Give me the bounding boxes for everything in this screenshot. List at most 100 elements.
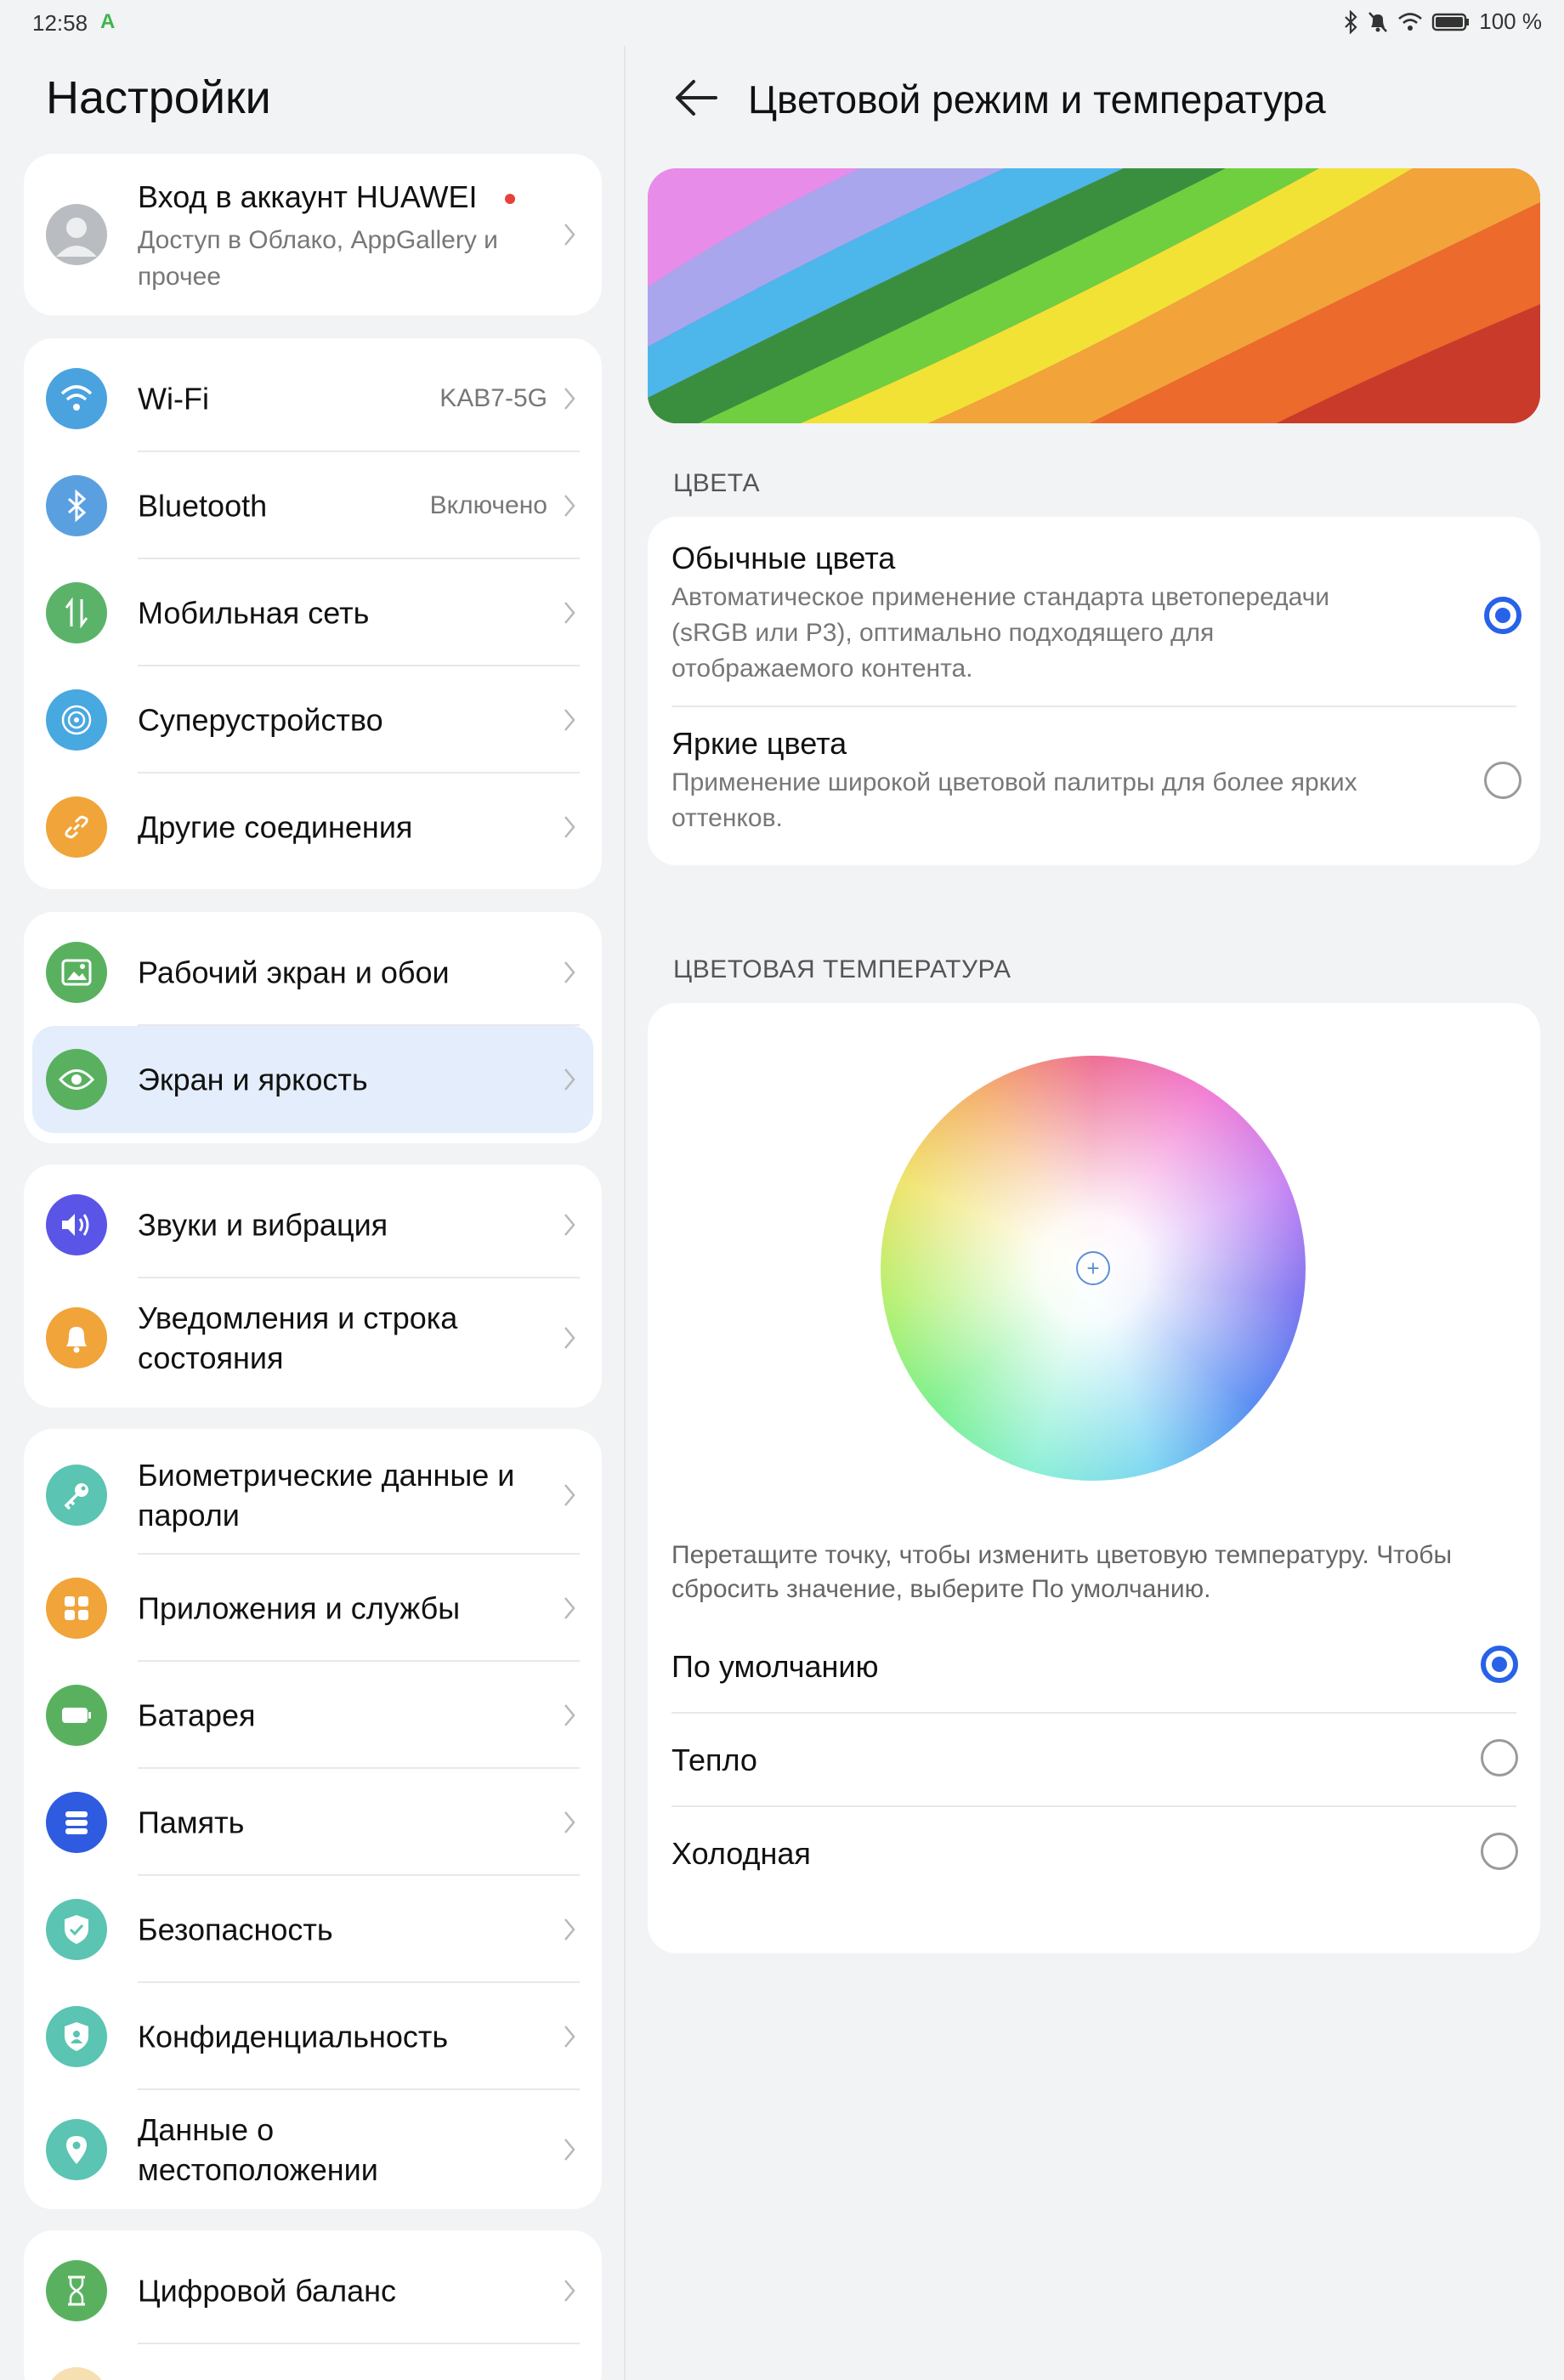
sidebar-item-label: Мобильная сеть [138, 595, 370, 631]
option-label: По умолчанию [672, 1649, 879, 1684]
battery-icon [46, 1685, 107, 1746]
chevron-right-icon [564, 1918, 575, 1941]
superdevice-icon [46, 689, 107, 751]
sidebar-item-digital-balance[interactable]: Цифровой баланс [24, 2237, 602, 2344]
detail-title: Цветовой режим и температура [748, 77, 1326, 122]
status-bar: 12:58 A 100 % [0, 0, 1564, 46]
vivid-colors-option[interactable]: Яркие цвета Применение широкой цветовой … [648, 707, 1540, 865]
chevron-right-icon [564, 709, 575, 731]
sidebar-item-next-partial[interactable] [24, 2344, 602, 2380]
sidebar-item-apps[interactable]: Приложения и службы [24, 1555, 602, 1662]
back-arrow-icon[interactable] [673, 78, 719, 117]
sidebar-item-label: Другие соединения [138, 809, 413, 845]
chevron-right-icon [564, 1484, 575, 1506]
bluetooth-icon [46, 475, 107, 536]
temp-cold-radio[interactable] [1481, 1833, 1518, 1870]
sidebar-item-label: Биометрические данные и пароли [138, 1458, 515, 1533]
chevron-right-icon [564, 1597, 575, 1619]
hourglass-icon [46, 2260, 107, 2321]
sidebar-item-label: Приложения и службы [138, 1590, 461, 1626]
temp-option-cold[interactable]: Холодная [648, 1807, 1540, 1899]
link-icon [46, 796, 107, 858]
system-card: Биометрические данные и пароли Приложени… [24, 1429, 602, 2209]
temp-warm-radio[interactable] [1481, 1739, 1518, 1776]
chevron-right-icon [564, 1811, 575, 1833]
option-label: Холодная [672, 1836, 811, 1871]
key-icon [46, 1465, 107, 1526]
chevron-right-icon [564, 1068, 575, 1091]
sidebar-item-display-brightness[interactable]: Экран и яркость [32, 1026, 593, 1133]
option-label: Тепло [672, 1742, 757, 1777]
bluetooth-status-icon [1345, 9, 1357, 34]
sidebar-item-sound[interactable]: Звуки и вибрация [24, 1171, 602, 1278]
connections-card: Wi-Fi KAB7-5G Bluetooth Включено Мобильн… [24, 338, 602, 889]
chevron-right-icon [564, 2026, 575, 2048]
sidebar-item-other-connections[interactable]: Другие соединения [24, 774, 602, 881]
chevron-right-icon [564, 495, 575, 517]
chevron-right-icon [564, 602, 575, 624]
color-temperature-card: + Перетащите точку, чтобы изменить цвето… [648, 1003, 1540, 1953]
bluetooth-status: Включено [429, 491, 547, 519]
sidebar-item-privacy[interactable]: Конфиденциальность [24, 1983, 602, 2090]
app-notification-icon: A [100, 10, 116, 33]
location-icon [46, 2119, 107, 2180]
chevron-right-icon [564, 2139, 575, 2161]
sidebar-item-mobile-network[interactable]: Мобильная сеть [24, 559, 602, 666]
apps-icon [46, 1578, 107, 1639]
chevron-right-icon [564, 2280, 575, 2302]
temp-option-default[interactable]: По умолчанию [648, 1620, 1540, 1712]
notification-dot [504, 194, 515, 205]
temp-option-warm[interactable]: Тепло [648, 1714, 1540, 1805]
sidebar-item-security[interactable]: Безопасность [24, 1876, 602, 1983]
wifi-icon [46, 368, 107, 429]
sidebar-item-label: Батарея [138, 1697, 256, 1733]
sound-notifications-card: Звуки и вибрация Уведомления и строка со… [24, 1164, 602, 1408]
sidebar-item-label: Wi-Fi [138, 381, 209, 416]
sidebar-item-notifications[interactable]: Уведомления и строка состояния [24, 1278, 602, 1397]
sidebar-item-label: Суперустройство [138, 702, 383, 738]
chevron-right-icon [564, 224, 575, 246]
sidebar-item-battery[interactable]: Батарея [24, 1662, 602, 1769]
sidebar-item-bluetooth[interactable]: Bluetooth Включено [24, 452, 602, 559]
color-preview-banner [648, 168, 1540, 423]
normal-colors-radio[interactable] [1484, 597, 1522, 634]
sidebar-item-label: Звуки и вибрация [138, 1207, 388, 1243]
account-card[interactable]: Вход в аккаунт HUAWEI Доступ в Облако, A… [24, 154, 602, 315]
option-title: Обычные цвета [672, 541, 896, 575]
color-temperature-wheel[interactable]: + [881, 1056, 1306, 1481]
vivid-colors-radio[interactable] [1484, 762, 1522, 799]
storage-icon [46, 1792, 107, 1853]
sidebar-item-wallpaper[interactable]: Рабочий экран и обои [24, 919, 602, 1026]
chevron-right-icon [564, 816, 575, 838]
temperature-section-header: ЦВЕТОВАЯ ТЕМПЕРАТУРА [673, 955, 1012, 983]
status-time: 12:58 [32, 10, 88, 36]
sidebar-item-wifi[interactable]: Wi-Fi KAB7-5G [24, 345, 602, 452]
detail-panel: Цветовой режим и температура ЦВЕТА Обычн… [626, 46, 1564, 2380]
shield-check-icon [46, 1899, 107, 1960]
battery-status-icon [1432, 13, 1470, 31]
chevron-right-icon [564, 388, 575, 410]
sidebar-item-label: Конфиденциальность [138, 2019, 449, 2054]
account-title: Вход в аккаунт HUAWEI [138, 179, 515, 215]
display-card: Рабочий экран и обои Экран и яркость [24, 912, 602, 1143]
chevron-right-icon [564, 1214, 575, 1236]
normal-colors-option[interactable]: Обычные цвета Автоматическое применение … [648, 517, 1540, 704]
sidebar-item-label: Уведомления и строка состояния [138, 1300, 458, 1375]
sidebar-item-storage[interactable]: Память [24, 1769, 602, 1876]
option-description: Применение широкой цветовой палитры для … [672, 768, 1357, 832]
temp-default-radio[interactable] [1481, 1646, 1518, 1683]
account-subtitle: Доступ в Облако, AppGallery и прочее [138, 226, 498, 291]
option-title: Яркие цвета [672, 726, 847, 761]
option-description: Автоматическое применение стандарта цвет… [672, 583, 1330, 683]
sidebar-item-location[interactable]: Данные о местоположении [24, 2090, 602, 2209]
temperature-hint: Перетащите точку, чтобы изменить цветову… [672, 1541, 1453, 1603]
sidebar-item-label: Цифровой баланс [138, 2273, 396, 2309]
wellbeing-card: Цифровой баланс [24, 2230, 602, 2380]
colors-section-header: ЦВЕТА [673, 469, 761, 497]
sidebar-item-label: Экран и яркость [138, 1062, 368, 1097]
sidebar-item-biometrics[interactable]: Биометрические данные и пароли [24, 1436, 602, 1555]
sidebar-item-superdevice[interactable]: Суперустройство [24, 666, 602, 774]
temperature-handle[interactable]: + [1076, 1251, 1110, 1285]
chevron-right-icon [564, 961, 575, 983]
bell-icon [46, 1307, 107, 1368]
